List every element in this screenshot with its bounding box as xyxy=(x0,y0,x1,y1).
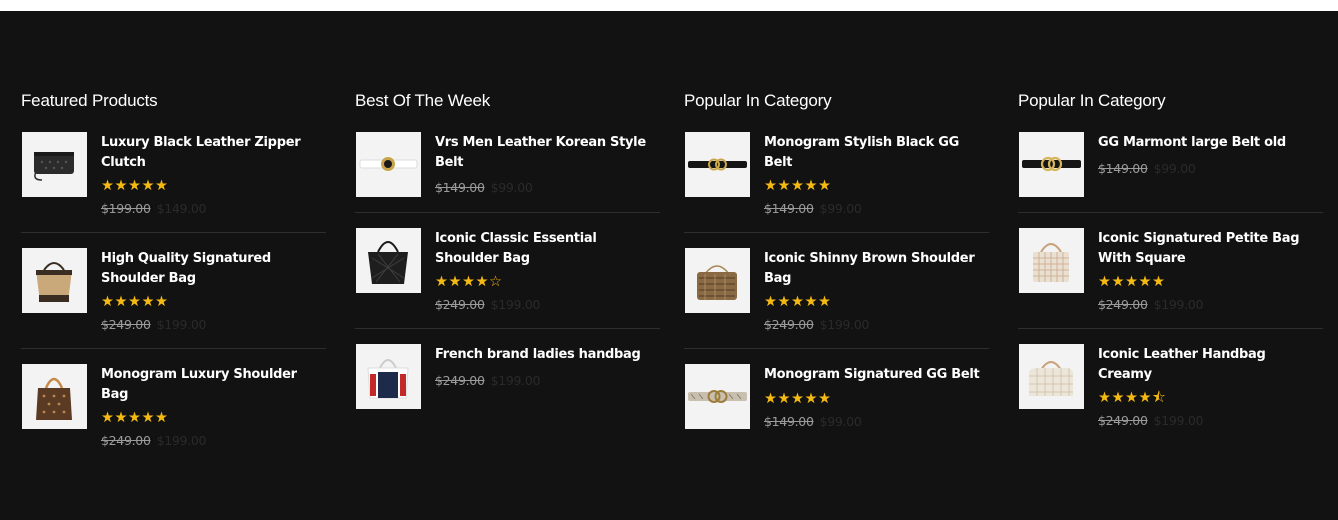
black-tote-image[interactable] xyxy=(356,228,421,293)
sale-price: $199.00 xyxy=(819,317,870,332)
rating-stars: ★★★★★ xyxy=(764,178,832,194)
price: $249.00 $199.00 xyxy=(435,297,660,313)
sale-price: $99.00 xyxy=(819,413,862,429)
old-price: $149.00 xyxy=(435,180,485,195)
footer-product-section: Featured Products Luxury Black Leather Z… xyxy=(0,11,1338,520)
rating-stars: ★★★★★ xyxy=(101,294,169,310)
price: $249.00 $199.00 xyxy=(101,317,326,333)
rating-stars: ★★★★⯪ xyxy=(1098,390,1167,406)
price: $249.00 $199.00 xyxy=(764,317,989,333)
price: $249.00 $199.00 xyxy=(435,373,660,389)
monogram-gg-belt-image[interactable] xyxy=(685,364,750,429)
product-item: High Quality Signatured Shoulder Bag ★★★… xyxy=(21,248,326,349)
rating-stars: ★★★★★ xyxy=(1098,274,1166,290)
price: $249.00 $199.00 xyxy=(1098,413,1323,429)
sale-price: $199.00 xyxy=(490,372,541,388)
product-name-link[interactable]: Monogram Stylish Black GG Belt xyxy=(764,133,989,172)
price: $149.00 $99.00 xyxy=(435,180,660,196)
column-title: Best Of The Week xyxy=(355,91,491,110)
product-name-link[interactable]: Iconic Shinny Brown Shoulder Bag xyxy=(764,249,989,288)
rating-stars: ★★★★☆ xyxy=(435,274,503,290)
product-name-link[interactable]: French brand ladies handbag xyxy=(435,345,660,365)
old-price: $199.00 xyxy=(101,201,151,216)
popular-in-category-column-2: Popular In Category GG Marmont large Bel… xyxy=(1018,91,1323,444)
old-price: $249.00 xyxy=(764,317,814,332)
old-price: $149.00 xyxy=(764,201,814,216)
black-clutch-image[interactable] xyxy=(22,132,87,197)
product-item: Monogram Stylish Black GG Belt ★★★★★ $14… xyxy=(684,132,989,233)
product-item: Monogram Luxury Shoulder Bag ★★★★★ $249.… xyxy=(21,364,326,464)
checkered-petite-bag-image[interactable] xyxy=(1019,228,1084,293)
old-price: $249.00 xyxy=(1098,297,1148,312)
product-item: Iconic Classic Essential Shoulder Bag ★★… xyxy=(355,228,660,329)
sale-price: $99.00 xyxy=(819,201,862,216)
product-item: GG Marmont large Belt old $149.00 $99.00 xyxy=(1018,132,1323,213)
old-price: $249.00 xyxy=(435,297,485,312)
product-item: Iconic Shinny Brown Shoulder Bag ★★★★★ $… xyxy=(684,248,989,349)
price: $249.00 $199.00 xyxy=(101,433,326,449)
brown-python-bag-image[interactable] xyxy=(685,248,750,313)
price: $149.00 $99.00 xyxy=(764,201,989,217)
old-price: $249.00 xyxy=(1098,413,1148,428)
old-price: $249.00 xyxy=(101,433,151,448)
rating-stars: ★★★★★ xyxy=(101,410,169,426)
price: $199.00 $149.00 xyxy=(101,201,326,217)
product-name-link[interactable]: Vrs Men Leather Korean Style Belt xyxy=(435,133,660,172)
product-name-link[interactable]: GG Marmont large Belt old xyxy=(1098,133,1323,153)
column-title: Featured Products xyxy=(21,91,158,110)
product-item: Iconic Signatured Petite Bag With Square… xyxy=(1018,228,1323,329)
sale-price: $199.00 xyxy=(156,317,207,332)
price: $149.00 $99.00 xyxy=(764,414,989,430)
sale-price: $99.00 xyxy=(1153,160,1196,176)
popular-in-category-column: Popular In Category Monogram Stylish Bla… xyxy=(684,91,989,445)
rating-stars: ★★★★★ xyxy=(764,294,832,310)
product-item: Luxury Black Leather Zipper Clutch ★★★★★… xyxy=(21,132,326,233)
product-name-link[interactable]: Iconic Classic Essential Shoulder Bag xyxy=(435,229,660,268)
creamy-speedy-bag-image[interactable] xyxy=(1019,344,1084,409)
column-title: Popular In Category xyxy=(1018,91,1166,110)
marmont-belt-image[interactable] xyxy=(1019,132,1084,197)
product-name-link[interactable]: Iconic Leather Handbag Creamy xyxy=(1098,345,1323,384)
product-item: Monogram Signatured GG Belt ★★★★★ $149.0… xyxy=(684,364,989,445)
product-name-link[interactable]: Monogram Signatured GG Belt xyxy=(764,365,989,385)
product-item: Vrs Men Leather Korean Style Belt $149.0… xyxy=(355,132,660,213)
tricolor-handbag-image[interactable] xyxy=(356,344,421,409)
old-price: $149.00 xyxy=(764,413,814,429)
price: $149.00 $99.00 xyxy=(1098,161,1323,177)
rating-stars: ★★★★★ xyxy=(101,178,169,194)
old-price: $149.00 xyxy=(1098,160,1148,176)
product-item: Iconic Leather Handbag Creamy ★★★★⯪ $249… xyxy=(1018,344,1323,444)
monogram-brown-bag-image[interactable] xyxy=(22,364,87,429)
sale-price: $199.00 xyxy=(1153,413,1204,428)
sale-price: $99.00 xyxy=(490,180,533,195)
white-belt-image[interactable] xyxy=(356,132,421,197)
sale-price: $199.00 xyxy=(1153,297,1204,312)
sale-price: $149.00 xyxy=(156,201,207,216)
product-name-link[interactable]: Iconic Signatured Petite Bag With Square xyxy=(1098,229,1323,268)
product-name-link[interactable]: High Quality Signatured Shoulder Bag xyxy=(101,249,326,288)
old-price: $249.00 xyxy=(435,372,485,388)
old-price: $249.00 xyxy=(101,317,151,332)
product-item: French brand ladies handbag $249.00 $199… xyxy=(355,344,660,424)
black-gg-belt-image[interactable] xyxy=(685,132,750,197)
product-name-link[interactable]: Monogram Luxury Shoulder Bag xyxy=(101,365,326,404)
column-title: Popular In Category xyxy=(684,91,832,110)
sale-price: $199.00 xyxy=(156,433,207,448)
sale-price: $199.00 xyxy=(490,297,541,312)
featured-products-column: Featured Products Luxury Black Leather Z… xyxy=(21,91,326,464)
product-name-link[interactable]: Luxury Black Leather Zipper Clutch xyxy=(101,133,326,172)
best-of-week-column: Best Of The Week Vrs Men Leather Korean … xyxy=(355,91,660,424)
rating-stars: ★★★★★ xyxy=(764,390,832,407)
price: $249.00 $199.00 xyxy=(1098,297,1323,313)
tan-shoulder-bag-image[interactable] xyxy=(22,248,87,313)
